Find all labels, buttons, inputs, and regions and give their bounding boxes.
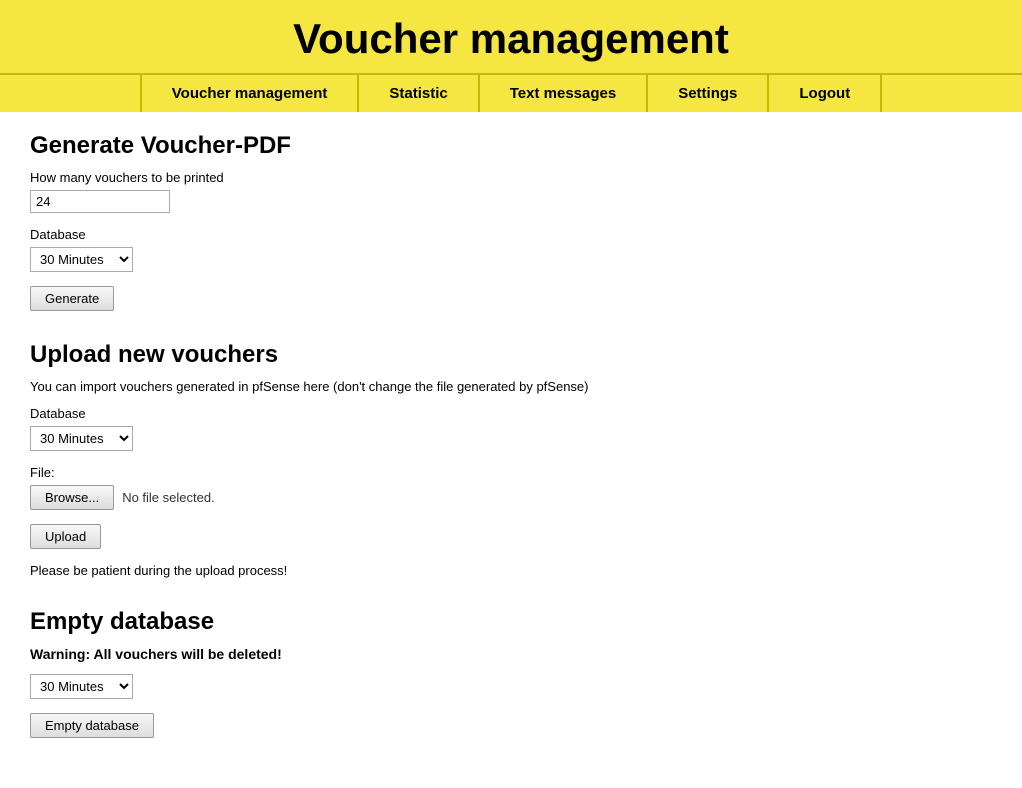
- header: Voucher management Voucher management St…: [0, 0, 1022, 112]
- upload-section: Upload new vouchers You can import vouch…: [30, 341, 992, 578]
- voucher-count-label: How many vouchers to be printed: [30, 170, 992, 185]
- voucher-count-field: How many vouchers to be printed: [30, 170, 992, 213]
- nav-item-settings[interactable]: Settings: [646, 75, 767, 112]
- page-title: Voucher management: [0, 15, 1022, 63]
- generate-section: Generate Voucher-PDF How many vouchers t…: [30, 132, 992, 311]
- upload-button-row: Upload: [30, 524, 992, 549]
- file-field: File: Browse... No file selected.: [30, 465, 992, 510]
- browse-button[interactable]: Browse...: [30, 485, 114, 510]
- file-input-wrapper: Browse... No file selected.: [30, 485, 992, 510]
- empty-section: Empty database Warning: All vouchers wil…: [30, 608, 992, 738]
- upload-button[interactable]: Upload: [30, 524, 101, 549]
- empty-database-select[interactable]: 30 Minutes 60 Minutes 120 Minutes 1 Day: [30, 674, 133, 699]
- no-file-text: No file selected.: [122, 490, 215, 505]
- main-nav: Voucher management Statistic Text messag…: [0, 73, 1022, 112]
- upload-database-select[interactable]: 30 Minutes 60 Minutes 120 Minutes 1 Day: [30, 426, 133, 451]
- main-content: Generate Voucher-PDF How many vouchers t…: [0, 112, 1022, 788]
- upload-section-title: Upload new vouchers: [30, 341, 992, 369]
- upload-database-label: Database: [30, 406, 992, 421]
- voucher-count-input[interactable]: [30, 190, 170, 213]
- nav-item-logout[interactable]: Logout: [767, 75, 882, 112]
- generate-database-select[interactable]: 30 Minutes 60 Minutes 120 Minutes 1 Day: [30, 247, 133, 272]
- empty-database-field: 30 Minutes 60 Minutes 120 Minutes 1 Day: [30, 674, 992, 699]
- nav-item-voucher-management[interactable]: Voucher management: [140, 75, 358, 112]
- nav-item-statistic[interactable]: Statistic: [357, 75, 477, 112]
- nav-item-text-messages[interactable]: Text messages: [478, 75, 646, 112]
- generate-section-title: Generate Voucher-PDF: [30, 132, 992, 160]
- upload-database-field: Database 30 Minutes 60 Minutes 120 Minut…: [30, 406, 992, 451]
- patience-text: Please be patient during the upload proc…: [30, 563, 992, 578]
- empty-database-button[interactable]: Empty database: [30, 713, 154, 738]
- upload-section-desc: You can import vouchers generated in pfS…: [30, 379, 992, 394]
- warning-text: Warning: All vouchers will be deleted!: [30, 646, 992, 662]
- empty-section-title: Empty database: [30, 608, 992, 636]
- generate-button[interactable]: Generate: [30, 286, 114, 311]
- generate-database-label: Database: [30, 227, 992, 242]
- generate-database-field: Database 30 Minutes 60 Minutes 120 Minut…: [30, 227, 992, 272]
- file-label: File:: [30, 465, 992, 480]
